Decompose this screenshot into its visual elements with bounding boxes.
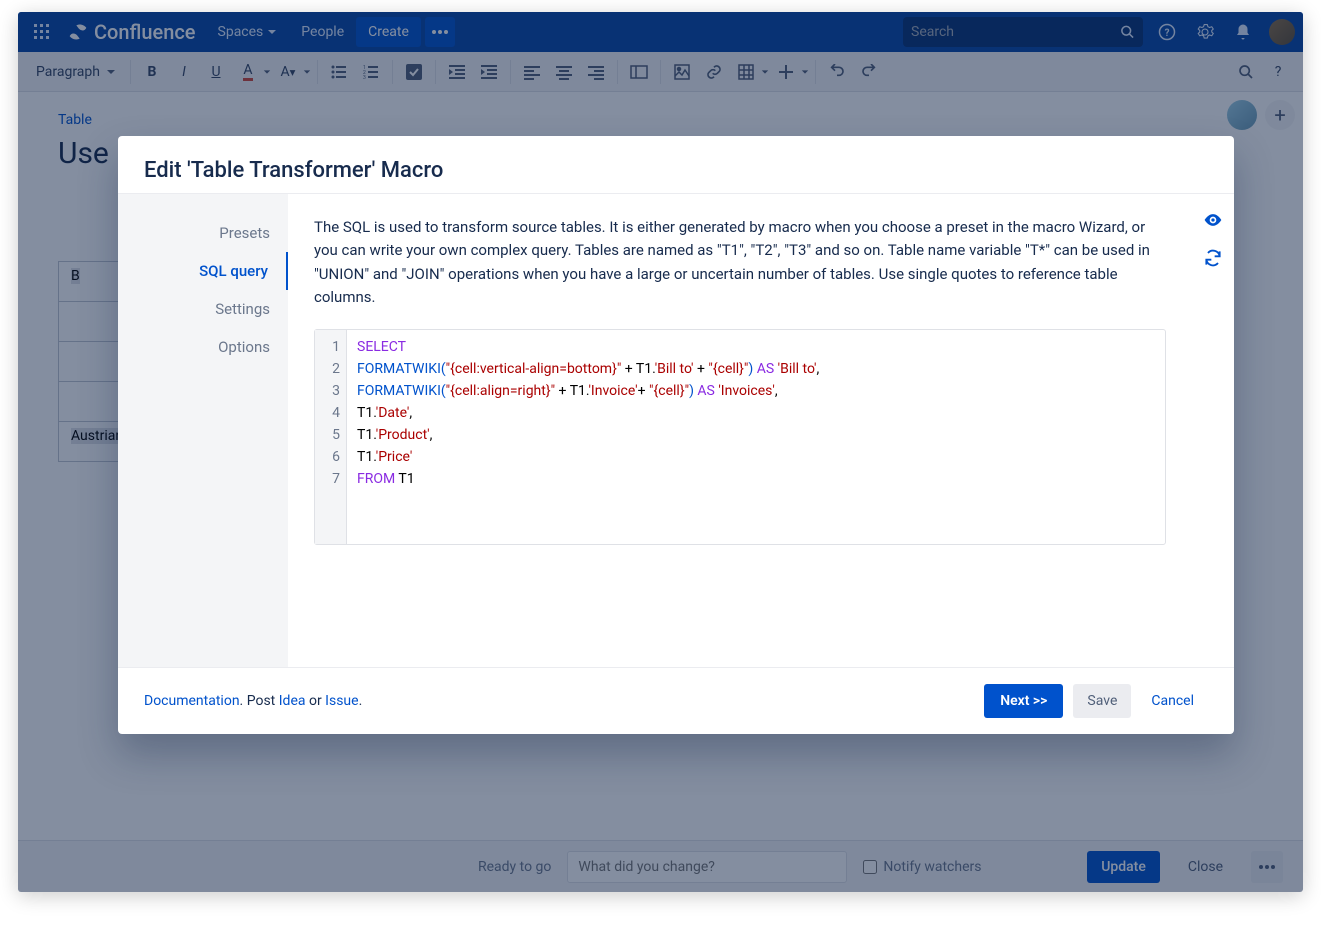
documentation-link[interactable]: Documentation [144,693,240,709]
sql-code[interactable]: SELECTFORMATWIKI("{cell:vertical-align=b… [347,330,1165,544]
save-button[interactable]: Save [1073,684,1131,718]
line-gutter: 1234567 [315,330,347,544]
tab-sql-query[interactable]: SQL query [118,252,288,290]
sql-description: The SQL is used to transform source tabl… [314,216,1166,309]
refresh-icon[interactable] [1201,246,1225,270]
dialog-title: Edit 'Table Transformer' Macro [118,136,1234,193]
tab-options[interactable]: Options [118,328,288,366]
cancel-button[interactable]: Cancel [1137,684,1208,718]
idea-link[interactable]: Idea [279,693,306,709]
dialog-main-panel: The SQL is used to transform source tabl… [288,194,1192,667]
preview-icon[interactable] [1201,208,1225,232]
sql-editor[interactable]: 1234567 SELECTFORMATWIKI("{cell:vertical… [314,329,1166,545]
dialog-footer: Documentation. Post Idea or Issue. Next … [118,667,1234,734]
dialog-sidebar: Presets SQL query Settings Options [118,194,288,667]
issue-link[interactable]: Issue [325,693,358,709]
footer-links: Documentation. Post Idea or Issue. [144,693,362,709]
tab-settings[interactable]: Settings [118,290,288,328]
macro-edit-dialog: Edit 'Table Transformer' Macro Presets S… [118,136,1234,734]
next-button[interactable]: Next >> [984,684,1063,718]
tab-presets[interactable]: Presets [118,214,288,252]
dialog-side-actions [1192,194,1234,667]
